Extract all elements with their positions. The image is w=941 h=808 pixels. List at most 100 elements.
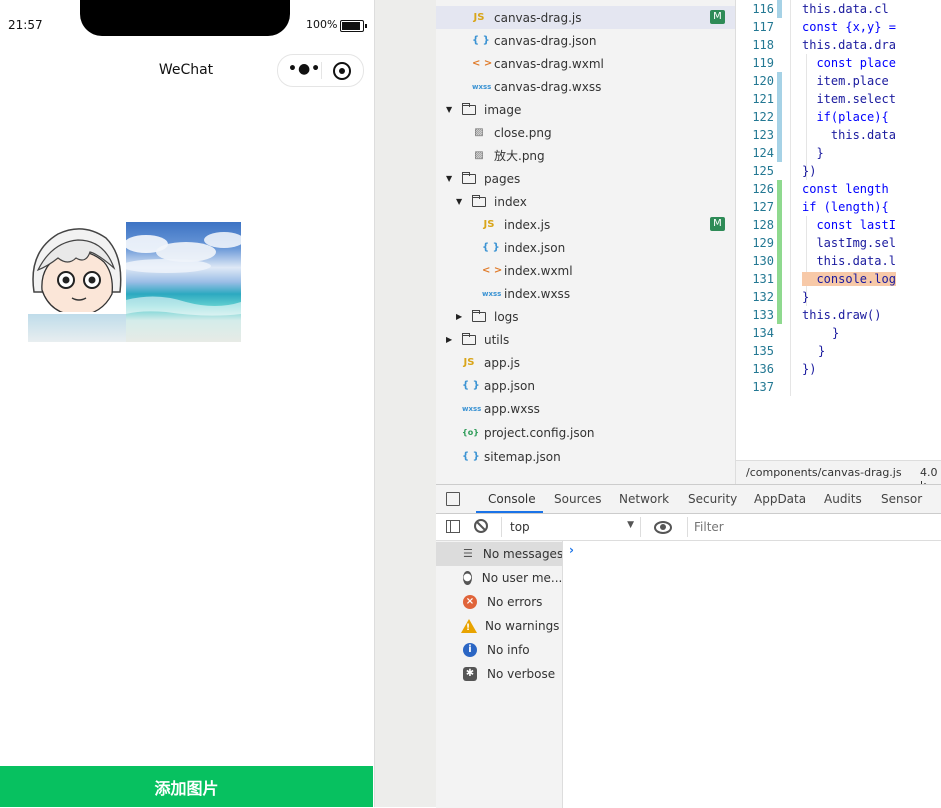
eye-icon[interactable] <box>654 521 672 534</box>
tree-item-app-wxss[interactable]: wxss app.wxss <box>436 397 735 420</box>
tree-item-label: image <box>484 102 522 117</box>
tab-audits[interactable]: Audits <box>824 492 862 506</box>
sidebar-toggle-icon[interactable] <box>446 520 460 533</box>
line-number: 124 <box>752 146 774 160</box>
diff-modified-marker <box>777 90 782 108</box>
code-text: } <box>818 344 826 358</box>
code-text: this.draw() <box>802 308 882 322</box>
tree-folder-pages[interactable]: ▼ pages <box>436 167 735 190</box>
filter-input[interactable] <box>688 517 936 537</box>
tree-folder-image[interactable]: ▼ image <box>436 98 735 121</box>
tree-item-sitemap[interactable]: { } sitemap.json <box>436 445 735 468</box>
tree-item-close-png[interactable]: ▨ close.png <box>436 121 735 144</box>
console-output[interactable]: › <box>563 541 941 808</box>
dropdown-arrow-icon: ▼ <box>627 520 634 530</box>
tree-item-canvas-drag-json[interactable]: { } canvas-drag.json <box>436 29 735 52</box>
tree-item-project-config[interactable]: {o} project.config.json <box>436 421 735 444</box>
tree-item-index-wxml[interactable]: < > index.wxml <box>436 259 735 282</box>
tree-item-label: sitemap.json <box>484 449 561 464</box>
wxss-file-icon: wxss <box>482 289 502 298</box>
line-number: 120 <box>752 74 774 88</box>
folder-open-icon <box>462 171 476 184</box>
json-file-icon: { } <box>462 380 480 391</box>
diff-modified-marker <box>777 126 782 144</box>
code-editor[interactable]: 116 this.data.cl 117 const {x,y} = 118 this… <box>735 0 941 460</box>
console-sidebar: ☰ No messages ● No user me... × No errors !… <box>436 541 563 808</box>
code-line: 123 this.data <box>736 126 941 144</box>
tab-sources[interactable]: Sources <box>554 492 601 506</box>
tree-item-canvas-drag-wxml[interactable]: < > canvas-drag.wxml <box>436 52 735 75</box>
level-label: No messages <box>482 547 562 561</box>
tree-item-label: app.wxss <box>484 401 540 416</box>
chevron-right-icon: ▶ <box>456 312 463 321</box>
battery-icon <box>340 20 367 32</box>
tree-item-label: index <box>494 194 527 209</box>
tab-security[interactable]: Security <box>688 492 737 506</box>
mini-program-capsule: •●• <box>277 54 364 87</box>
context-selector[interactable]: top ▼ <box>501 517 641 537</box>
code-line: 117 const {x,y} = <box>736 18 941 36</box>
code-line: 130 this.data.l <box>736 252 941 270</box>
tree-item-label: logs <box>494 309 519 324</box>
tree-folder-logs[interactable]: ▶ logs <box>436 305 735 328</box>
tree-item-label: utils <box>484 332 510 347</box>
level-messages[interactable]: ☰ No messages <box>436 542 562 566</box>
tree-folder-utils[interactable]: ▶ utils <box>436 328 735 351</box>
wxss-file-icon: wxss <box>472 82 492 91</box>
clear-console-icon[interactable] <box>474 519 488 533</box>
tree-item-label: 放大.png <box>494 149 545 163</box>
close-mini-program-icon[interactable] <box>333 62 351 80</box>
tree-item-label: canvas-drag.js <box>494 10 582 25</box>
status-time: 21:57 <box>8 18 43 32</box>
tree-item-label: index.js <box>504 217 551 232</box>
tree-item-app-json[interactable]: { } app.json <box>436 374 735 397</box>
tree-item-index-wxss[interactable]: wxss index.wxss <box>436 282 735 305</box>
list-icon: ☰ <box>463 547 473 560</box>
code-line: 137 <box>736 378 941 396</box>
code-text: if(place){ <box>802 110 889 124</box>
level-verbose[interactable]: ✱ No verbose <box>436 662 562 686</box>
canvas-image-sea[interactable] <box>121 222 244 342</box>
level-info[interactable]: i No info <box>436 638 562 662</box>
tree-folder-index[interactable]: ▼ index <box>436 190 735 213</box>
tree-item-index-js[interactable]: JS index.js M <box>436 213 735 236</box>
add-image-button[interactable]: 添加图片 <box>0 766 373 807</box>
config-file-icon: {o} <box>462 428 479 437</box>
more-icon[interactable]: •●• <box>288 61 321 77</box>
tree-item-label: close.png <box>494 125 552 140</box>
tree-item-canvas-drag-js[interactable]: JS canvas-drag.js M <box>436 6 735 29</box>
tree-item-index-json[interactable]: { } index.json <box>436 236 735 259</box>
tab-network[interactable]: Network <box>619 492 669 506</box>
level-warnings[interactable]: ! No warnings <box>436 614 562 638</box>
tree-item-zoom-png[interactable]: ▨ 放大.png <box>436 144 735 167</box>
diff-added-marker <box>777 270 782 288</box>
devtools-panel: Console Sources Network Security AppData… <box>436 484 941 808</box>
diff-added-marker <box>777 306 782 324</box>
tree-item-label: app.js <box>484 355 520 370</box>
line-number: 123 <box>752 128 774 142</box>
tree-item-app-js[interactable]: JS app.js <box>436 351 735 374</box>
tree-item-label: pages <box>484 171 521 186</box>
tab-console[interactable]: Console <box>488 492 536 506</box>
tree-item-canvas-drag-wxss[interactable]: wxss canvas-drag.wxss <box>436 75 735 98</box>
inspect-element-icon[interactable] <box>446 492 460 506</box>
line-number: 125 <box>752 164 774 178</box>
code-line: 135} <box>736 342 941 360</box>
tab-sensor[interactable]: Sensor <box>881 492 922 506</box>
editor-status-bar: /components/canvas-drag.js 4.0 k <box>735 460 941 492</box>
line-number: 118 <box>752 38 774 52</box>
tab-appdata[interactable]: AppData <box>754 492 806 506</box>
code-text: lastImg.sel <box>802 236 896 250</box>
level-errors[interactable]: × No errors <box>436 590 562 614</box>
chevron-down-icon: ▼ <box>446 174 453 183</box>
code-text: item.select <box>802 92 896 106</box>
line-number: 127 <box>752 200 774 214</box>
code-line: 136}) <box>736 360 941 378</box>
code-line: 124 } <box>736 144 941 162</box>
diff-added-marker <box>777 198 782 216</box>
tree-item-label: index.wxss <box>504 286 571 301</box>
line-number: 137 <box>752 380 774 394</box>
diff-modified-marker <box>777 0 782 18</box>
line-number: 134 <box>752 326 774 340</box>
level-user-messages[interactable]: ● No user me... <box>436 566 562 590</box>
